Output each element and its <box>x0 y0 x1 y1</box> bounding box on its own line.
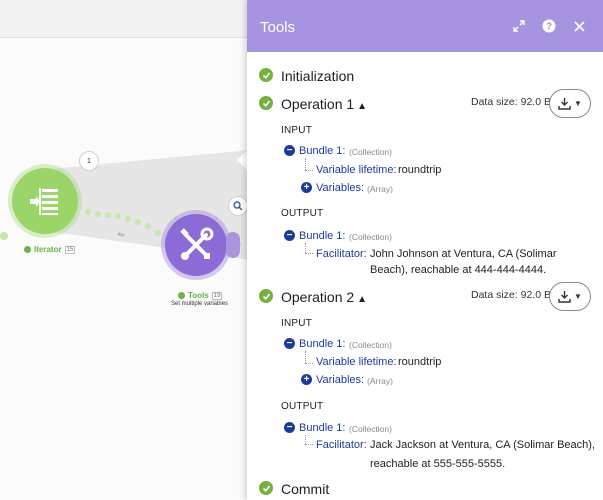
variables-type: (Array) <box>367 376 393 386</box>
success-icon <box>178 292 185 299</box>
variable-lifetime-value: roundtrip <box>398 356 442 368</box>
output-heading: OUTPUT <box>281 401 324 412</box>
tree-line <box>305 158 306 170</box>
expand-icon <box>513 20 525 32</box>
bundle-type: (Collection) <box>349 424 392 434</box>
facilitator-key: Facilitator: <box>316 248 367 260</box>
bundle-key: Bundle 1: <box>299 230 346 242</box>
tools-subtitle: Set multiple variables <box>171 301 229 307</box>
check-icon <box>259 289 273 303</box>
facilitator-value-line2: reachable at 555-555-5555. <box>370 458 506 470</box>
tree-line <box>305 444 313 445</box>
facilitator-value-line2: Beach), reachable at 444-444-4444. <box>370 264 547 276</box>
iterator-icon <box>12 168 78 234</box>
svg-text:?: ? <box>546 22 552 33</box>
tools-label: Tools 19 <box>178 291 223 300</box>
success-icon <box>24 246 31 253</box>
wrench-screwdriver-icon <box>165 214 227 276</box>
tools-module[interactable] <box>165 214 227 276</box>
variable-lifetime-key: Variable lifetime: <box>316 356 397 368</box>
operation-2-toggle[interactable]: Operation 2 ▲ <box>281 289 367 305</box>
operation-2-title: Operation 2 <box>281 289 355 305</box>
facilitator-value-line1: John Johnson at Ventura, CA (Solimar <box>370 248 557 260</box>
tree-line <box>305 253 313 254</box>
help-icon: ? <box>542 19 556 33</box>
bundle-type: (Collection) <box>349 232 392 242</box>
panel-pointer <box>237 150 247 170</box>
expand-icon[interactable]: + <box>301 182 312 193</box>
collapse-icon[interactable]: − <box>284 230 295 241</box>
download-icon <box>558 98 571 110</box>
chevron-up-icon: ▲ <box>357 294 368 305</box>
iterator-name: Iterator <box>34 245 62 254</box>
check-icon <box>259 68 273 82</box>
expand-button[interactable] <box>510 17 528 35</box>
initialization-title: Initialization <box>281 68 355 84</box>
tree-line <box>305 243 306 253</box>
commit-title: Commit <box>281 481 330 497</box>
chevron-down-icon: ▼ <box>574 99 582 108</box>
operation-1-title: Operation 1 <box>281 96 355 112</box>
panel-header: Tools ? <box>247 0 603 52</box>
tree-line <box>305 170 313 171</box>
input-heading: INPUT <box>281 318 312 329</box>
close-icon <box>573 20 585 32</box>
tree-line <box>305 435 306 444</box>
tree-line <box>305 351 306 363</box>
module-id-badge: 15 <box>64 245 76 254</box>
variable-lifetime-key: Variable lifetime: <box>316 164 397 176</box>
search-icon <box>233 201 243 211</box>
download-button[interactable]: ▼ <box>549 282 591 311</box>
variables-type: (Array) <box>367 184 393 194</box>
incoming-connector <box>0 232 8 240</box>
iterator-label: Iterator 15 <box>24 245 76 254</box>
bundle-count-bubble[interactable]: 1 <box>79 151 99 171</box>
check-icon <box>259 481 273 495</box>
bundle-type: (Collection) <box>349 340 392 350</box>
module-side-handle[interactable] <box>226 232 240 258</box>
collapse-icon[interactable]: − <box>284 145 295 156</box>
collapse-icon[interactable]: − <box>284 338 295 349</box>
download-button[interactable]: ▼ <box>549 89 591 118</box>
bundle-type: (Collection) <box>349 147 392 157</box>
tools-name: Tools <box>188 291 209 300</box>
facilitator-value-line1: Jack Jackson at Ventura, CA (Solimar Bea… <box>370 439 595 451</box>
operation-1-toggle[interactable]: Operation 1 ▲ <box>281 96 367 112</box>
bundle-key: Bundle 1: <box>299 422 346 434</box>
bundle-key: Bundle 1: <box>299 145 346 157</box>
data-size: Data size: 92.0 B <box>471 289 551 301</box>
iterator-module[interactable] <box>12 168 78 234</box>
data-size: Data size: 92.0 B <box>471 96 551 108</box>
variables-key: Variables: <box>316 182 365 194</box>
input-heading: INPUT <box>281 125 312 136</box>
facilitator-key: Facilitator: <box>316 439 367 451</box>
module-id-badge: 19 <box>211 291 223 300</box>
panel-title: Tools <box>260 19 296 36</box>
bundle-key: Bundle 1: <box>299 338 346 350</box>
variable-lifetime-value: roundtrip <box>398 164 442 176</box>
execution-inspector-panel: Tools ? Initialization Operation 1 ▲ Dat… <box>247 0 603 500</box>
close-button[interactable] <box>570 17 588 35</box>
download-icon <box>558 291 571 303</box>
variables-key: Variables: <box>316 374 365 386</box>
chevron-down-icon: ▼ <box>574 292 582 301</box>
output-heading: OUTPUT <box>281 208 324 219</box>
collapse-icon[interactable]: − <box>284 422 295 433</box>
chevron-up-icon: ▲ <box>357 101 368 112</box>
expand-icon[interactable]: + <box>301 374 312 385</box>
check-icon <box>259 96 273 110</box>
tree-line <box>305 363 313 364</box>
help-button[interactable]: ? <box>540 17 558 35</box>
inspect-bubble[interactable] <box>228 196 248 216</box>
